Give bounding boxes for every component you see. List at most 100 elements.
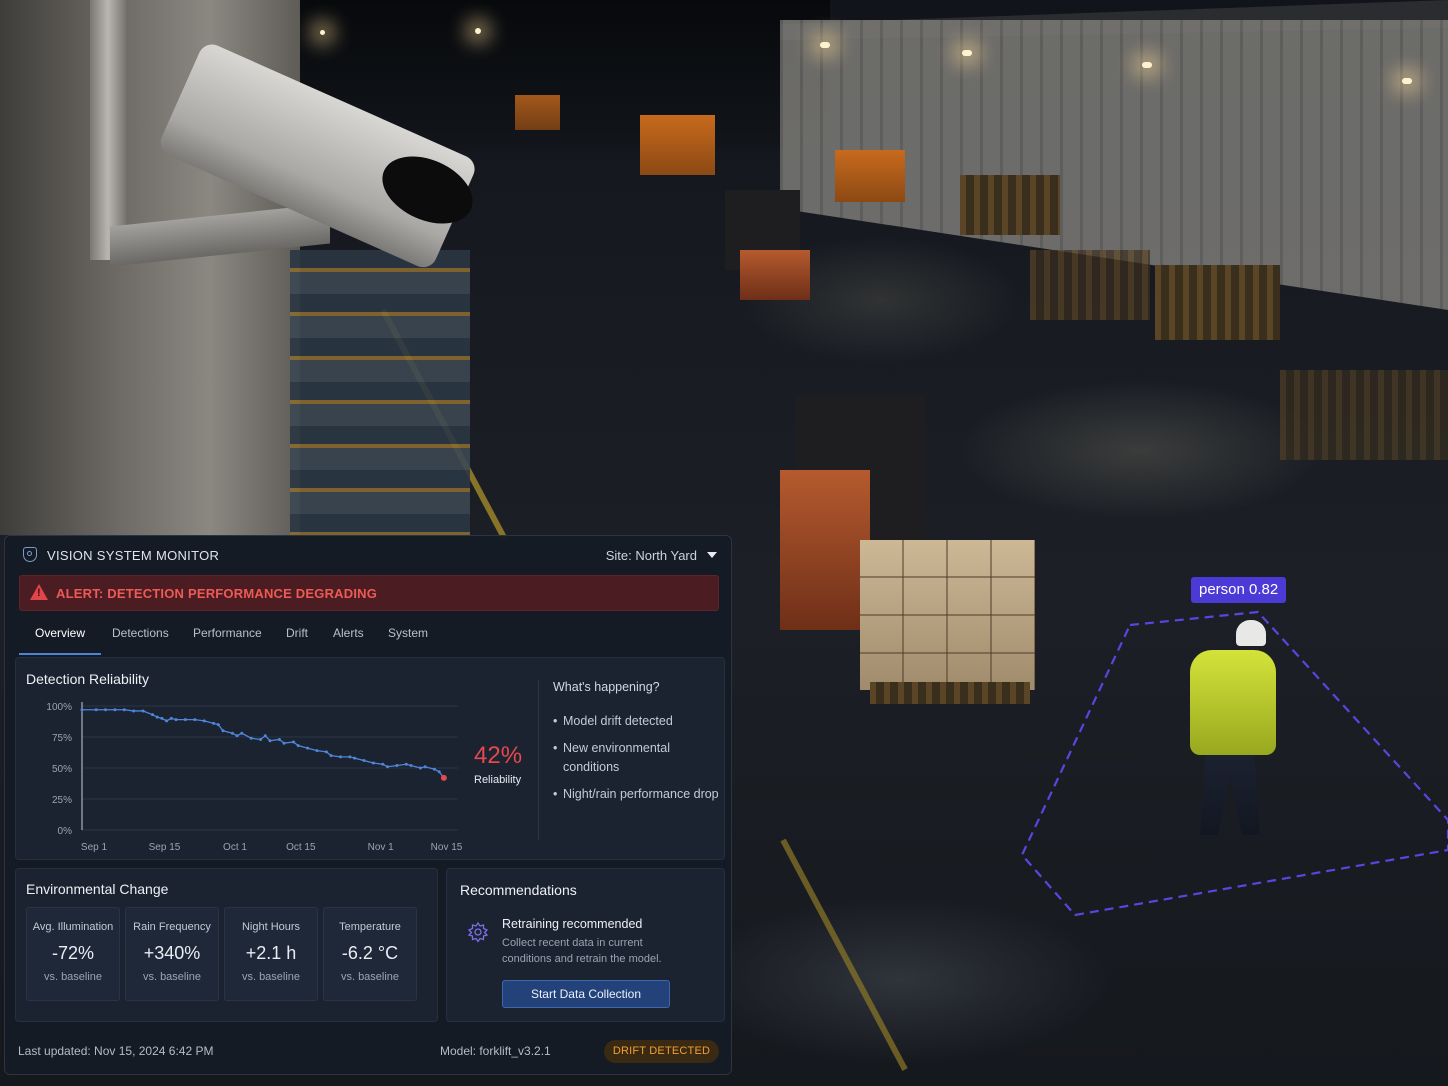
recommendations-title: Recommendations <box>460 882 577 898</box>
gear-bulb-icon <box>467 921 489 943</box>
data-point <box>423 765 427 769</box>
data-point <box>183 718 187 722</box>
cause-bullet: New environmental conditions <box>553 739 723 777</box>
y-tick-label: 100% <box>46 702 72 713</box>
forklift-distant <box>740 250 810 300</box>
data-point <box>174 718 178 722</box>
reliability-card: Detection Reliability 100% 75% 50% 25% 0% Sep… <box>15 657 725 860</box>
data-point <box>282 741 286 745</box>
storage-racks <box>290 250 470 535</box>
data-point <box>362 759 366 763</box>
data-point <box>202 719 206 723</box>
data-point <box>141 709 145 713</box>
env-metric-label: Temperature <box>339 921 401 933</box>
active-tab-indicator <box>19 653 101 655</box>
shield-eye-icon <box>23 547 37 562</box>
data-point <box>94 708 98 712</box>
env-metric-night-hours: Night Hours +2.1 h vs. baseline <box>224 907 318 1001</box>
recommendation-title: Retraining recommended <box>502 917 643 931</box>
pallet-stack <box>1280 370 1448 460</box>
env-metric-value: +2.1 h <box>245 943 297 963</box>
whats-happening-title: What's happening? <box>553 680 660 694</box>
lamp <box>475 28 481 34</box>
lamp <box>1142 62 1152 68</box>
env-metric-label: Rain Frequency <box>133 921 211 933</box>
data-point <box>104 708 107 712</box>
data-point <box>268 739 272 743</box>
cause-bullet: Night/rain performance drop <box>553 785 723 804</box>
data-point <box>216 723 220 727</box>
data-point <box>296 744 300 748</box>
data-point <box>155 715 159 719</box>
reliability-line-chart: 100% 75% 50% 25% 0% Sep 1 Sep 15 Oct 1 Oct 15 Nov… <box>46 702 463 853</box>
pallet-stack <box>1155 265 1280 340</box>
data-point <box>418 766 422 770</box>
env-metric-rain: Rain Frequency +340% vs. baseline <box>125 907 219 1001</box>
recommendations-card: Recommendations Retraining recommended C… <box>446 868 725 1022</box>
environment-card: Environmental Change Avg. Illumination -… <box>15 868 438 1022</box>
env-metric-temperature: Temperature -6.2 °C vs. baseline <box>323 907 417 1001</box>
lamp <box>1402 78 1412 84</box>
env-metric-sub: vs. baseline <box>241 971 301 983</box>
tab-detections[interactable]: Detections <box>112 626 169 640</box>
data-point <box>348 755 352 759</box>
cardboard-boxes <box>860 540 1035 690</box>
tab-alerts[interactable]: Alerts <box>333 626 364 640</box>
start-data-collection-button[interactable]: Start Data Collection <box>502 980 670 1008</box>
y-tick-label: 25% <box>52 795 72 806</box>
site-selector[interactable]: Site: North Yard <box>606 548 717 563</box>
chevron-down-icon <box>707 552 717 558</box>
data-point <box>353 756 357 760</box>
x-tick-label: Nov 1 <box>368 842 395 853</box>
pallet-stack <box>1030 250 1150 320</box>
data-point <box>371 761 375 765</box>
data-point <box>259 737 263 741</box>
tab-overview[interactable]: Overview <box>35 626 85 640</box>
panel-title: VISION SYSTEM MONITOR <box>47 548 220 563</box>
floor-marking <box>780 838 908 1071</box>
env-metric-label: Night Hours <box>241 921 301 933</box>
x-tick-label: Oct 15 <box>286 842 316 853</box>
tab-performance[interactable]: Performance <box>193 626 262 640</box>
whats-happening: What's happening? Model drift detected N… <box>553 680 723 812</box>
data-point <box>240 731 244 735</box>
worker-hard-hat <box>1236 620 1266 646</box>
forklift-body <box>780 470 870 630</box>
env-metric-label: Avg. Illumination <box>32 921 114 933</box>
data-point <box>404 762 408 766</box>
y-tick-label: 0% <box>58 826 73 837</box>
tab-system[interactable]: System <box>388 626 428 640</box>
data-point <box>409 764 413 768</box>
y-tick-label: 50% <box>52 764 72 775</box>
model-version: Model: forklift_v3.2.1 <box>440 1044 551 1058</box>
data-point <box>230 731 234 735</box>
pallet-stack <box>960 175 1060 235</box>
tab-drift[interactable]: Drift <box>286 626 308 640</box>
data-point <box>386 765 389 769</box>
env-metric-value: -72% <box>51 943 95 963</box>
warning-icon <box>30 584 48 600</box>
vision-monitor-panel: VISION SYSTEM MONITOR Site: North Yard A… <box>4 535 732 1075</box>
tab-bar: Overview Detections Performance Drift Al… <box>19 616 719 656</box>
panel-header: VISION SYSTEM MONITOR Site: North Yard <box>5 536 731 574</box>
data-point <box>395 764 399 768</box>
orange-container <box>515 95 560 130</box>
data-point <box>292 740 295 744</box>
reliability-value-label: Reliability <box>474 774 522 786</box>
y-tick-label: 75% <box>52 733 72 744</box>
data-point <box>433 767 436 771</box>
reliability-value: 42% <box>474 742 523 769</box>
alert-banner: ALERT: DETECTION PERFORMANCE DEGRADING <box>19 575 719 611</box>
lamp <box>320 30 325 35</box>
orange-container <box>835 150 905 202</box>
x-tick-label: Nov 15 <box>431 842 463 853</box>
env-metric-sub: vs. baseline <box>340 971 400 983</box>
data-point <box>324 750 328 754</box>
current-value-point <box>440 774 447 781</box>
detection-label[interactable]: person 0.82 <box>1191 577 1287 603</box>
data-point <box>306 746 310 750</box>
env-metric-value: +340% <box>143 943 201 963</box>
lamp <box>820 42 830 48</box>
data-point <box>113 708 117 712</box>
x-tick-label: Sep 1 <box>81 842 108 853</box>
